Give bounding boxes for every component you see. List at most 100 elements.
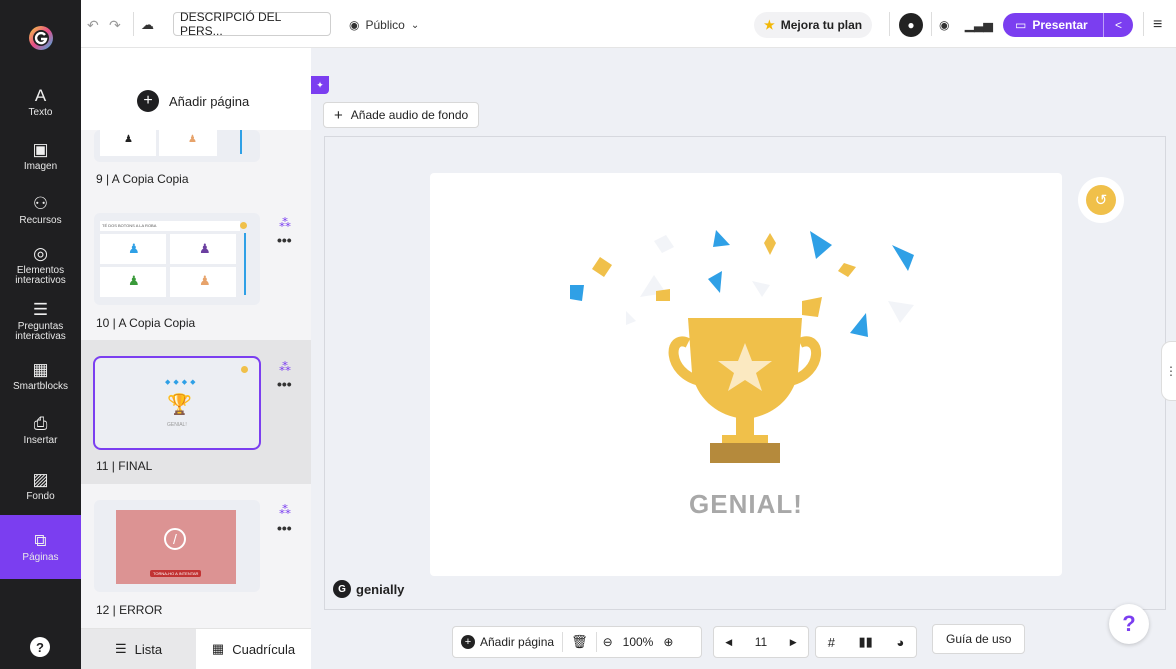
redo-icon[interactable]: ↷ [109,14,121,36]
restart-icon: ↺ [1086,185,1116,215]
rail-item-resources[interactable]: ⚇ Recursos [0,194,81,228]
rail-item-interactive-elements[interactable]: ◎ Elementos interactivos [0,244,81,286]
connector-line [240,130,242,154]
document-title-field[interactable]: DESCRIPCIÓ DEL PERS... [173,10,331,38]
slide-canvas[interactable]: GENIAL! [430,173,1062,576]
analytics-icon[interactable]: ▁▃▅ [965,14,993,36]
page-label: 9 | A Copia Copia [96,172,189,186]
more-options-icon[interactable]: ••• [277,232,292,248]
rail-item-insert[interactable]: ⎙ Insertar [0,414,81,448]
pin-icon[interactable]: ✦ [311,76,329,94]
rail-item-pages[interactable]: ⧉ Páginas [0,515,81,579]
rail-item-label: Recursos [19,215,62,226]
questions-icon: ☰ [32,300,49,319]
magic-wand-icon[interactable]: ⁂ [279,503,291,517]
share-icon[interactable]: < [1103,13,1133,37]
next-page-icon[interactable]: ▶ [790,637,797,648]
page-navigator: ◀ 11 ▶ [713,626,809,658]
side-panel-handle[interactable]: ⋮ [1161,341,1176,401]
character-icon: ♟ [128,241,140,256]
rail-item-smartblocks[interactable]: ▦ Smartblocks [0,360,81,394]
page-thumbnail[interactable]: / TORNA-HO A INTENTAR [94,500,260,592]
undo-icon[interactable]: ↶ [87,14,99,36]
page-number[interactable]: 11 [755,635,767,649]
list-icon: ☰ [114,641,127,656]
more-options-icon[interactable]: ••• [277,376,292,392]
page-label: 11 | FINAL [96,459,153,473]
present-label: Presentar [1032,18,1088,32]
rail-item-label: Páginas [22,552,59,563]
help-icon[interactable]: ? [30,637,50,657]
character-icon: ♟ [128,273,140,288]
connector-line [244,233,246,295]
upgrade-plan-button[interactable]: ★ Mejora tu plan [754,12,873,38]
zoom-in-icon[interactable]: ⊕ [657,635,679,649]
rail-item-image[interactable]: ▣ Imagen [0,140,81,174]
previous-page-icon[interactable]: ◀ [725,637,732,648]
thumb-text: GENIAL! [167,422,187,428]
add-page-bottom-button[interactable]: + Añadir página [453,635,562,649]
add-page-label: Añadir página [169,93,250,109]
grid-icon: ▦ [211,641,225,656]
thumb-text: TORNA-HO A INTENTAR [150,570,202,577]
view-tools: # ▮▮ ◕ [815,626,917,658]
add-page-area: + Añadir página [81,48,311,130]
help-question-icon[interactable]: ? [1109,604,1149,644]
add-collaborator-icon[interactable]: ● [899,13,923,37]
interactive-elements-icon: ◎ [33,244,48,263]
page-label: 10 | A Copia Copia [96,316,196,330]
restart-button[interactable]: ↺ [1078,177,1124,223]
usage-guide-button[interactable]: Guía de uso [932,624,1026,654]
present-button[interactable]: ▭ Presentar < [1003,13,1133,37]
list-view-button[interactable]: ☰ Lista [81,629,196,669]
add-background-audio-button[interactable]: + Añade audio de fondo [323,102,480,128]
menu-hamburger-icon[interactable]: ≡ [1153,14,1162,36]
present-screen-icon: ▭ [1015,18,1027,32]
status-dot [241,366,248,373]
genially-logo[interactable] [0,18,81,58]
rail-item-label: Smartblocks [12,381,68,392]
rail-item-text[interactable]: A Texto [0,86,81,120]
magic-wand-icon[interactable]: ⁂ [279,216,291,230]
rail-item-interactive-questions[interactable]: ☰ Preguntas interactivas [0,300,81,342]
rail-item-label: Preguntas interactivas [15,321,66,342]
grid-view-button[interactable]: ▦ Cuadrícula [196,629,311,669]
divider [931,12,932,36]
page-thumbnail[interactable]: ♟ ♟ [94,130,260,162]
split-view-icon[interactable]: ▮▮ [859,634,873,650]
zoom-out-icon[interactable]: ⊖ [597,635,619,649]
top-bar: ↶ ↷ ☁ DESCRIPCIÓ DEL PERS... ◉ Público ⌄… [81,0,1176,48]
view-toggle-bar: ☰ Lista ▦ Cuadrícula [81,628,311,669]
page-thumbnail[interactable]: TÉ DOS BOTONS A LA ROBA ♟ ♟ ♟ ♟ [94,213,260,305]
forbidden-icon: / [164,528,186,550]
insert-icon: ⎙ [33,414,48,433]
grid-guides-icon[interactable]: # [828,635,835,650]
thumb-title: TÉ DOS BOTONS A LA ROBA [100,221,240,231]
upgrade-label: Mejora tu plan [780,18,863,32]
page-thumbnail-selected[interactable]: ◆◆◆◆ 🏆 GENIAL! [93,356,261,450]
magic-wand-icon[interactable]: ⁂ [279,360,291,374]
rail-item-background[interactable]: ▨ Fondo [0,470,81,504]
pages-panel: + Añadir página ♟ ♟ 9 | A Copia Copia TÉ… [81,48,311,669]
trash-icon[interactable]: 🗑 [563,634,596,650]
genially-watermark: G genially [333,580,404,598]
more-options-icon[interactable]: ••• [277,520,292,536]
page-label: 12 | ERROR [96,603,163,617]
chevron-down-icon: ⌄ [410,19,420,31]
star-icon: ★ [764,18,775,32]
slide-title: GENIAL! [689,489,803,519]
confetti-icon: ◆◆◆◆ [165,379,199,386]
palette-icon[interactable]: ◕ [896,635,904,650]
bottom-toolbar-left: + Añadir página 🗑 ⊖ 100% ⊕ [452,626,702,658]
brand-label: genially [356,581,405,597]
add-page-button[interactable]: + Añadir página [137,90,249,112]
genially-logo-icon: G [333,580,351,598]
canvas-area: ✦ + Añade audio de fondo GENIAL! ↺ ⋮ G g… [311,48,1176,669]
character-icon: ♟ [199,241,211,256]
preview-eye-icon[interactable]: ◉ [939,14,949,36]
rail-item-label: Insertar [23,435,58,446]
visibility-dropdown[interactable]: ◉ Público ⌄ [349,14,419,36]
globe-icon: ◉ [349,18,360,32]
cloud-icon: ☁ [141,17,154,32]
text-icon: A [34,86,47,105]
